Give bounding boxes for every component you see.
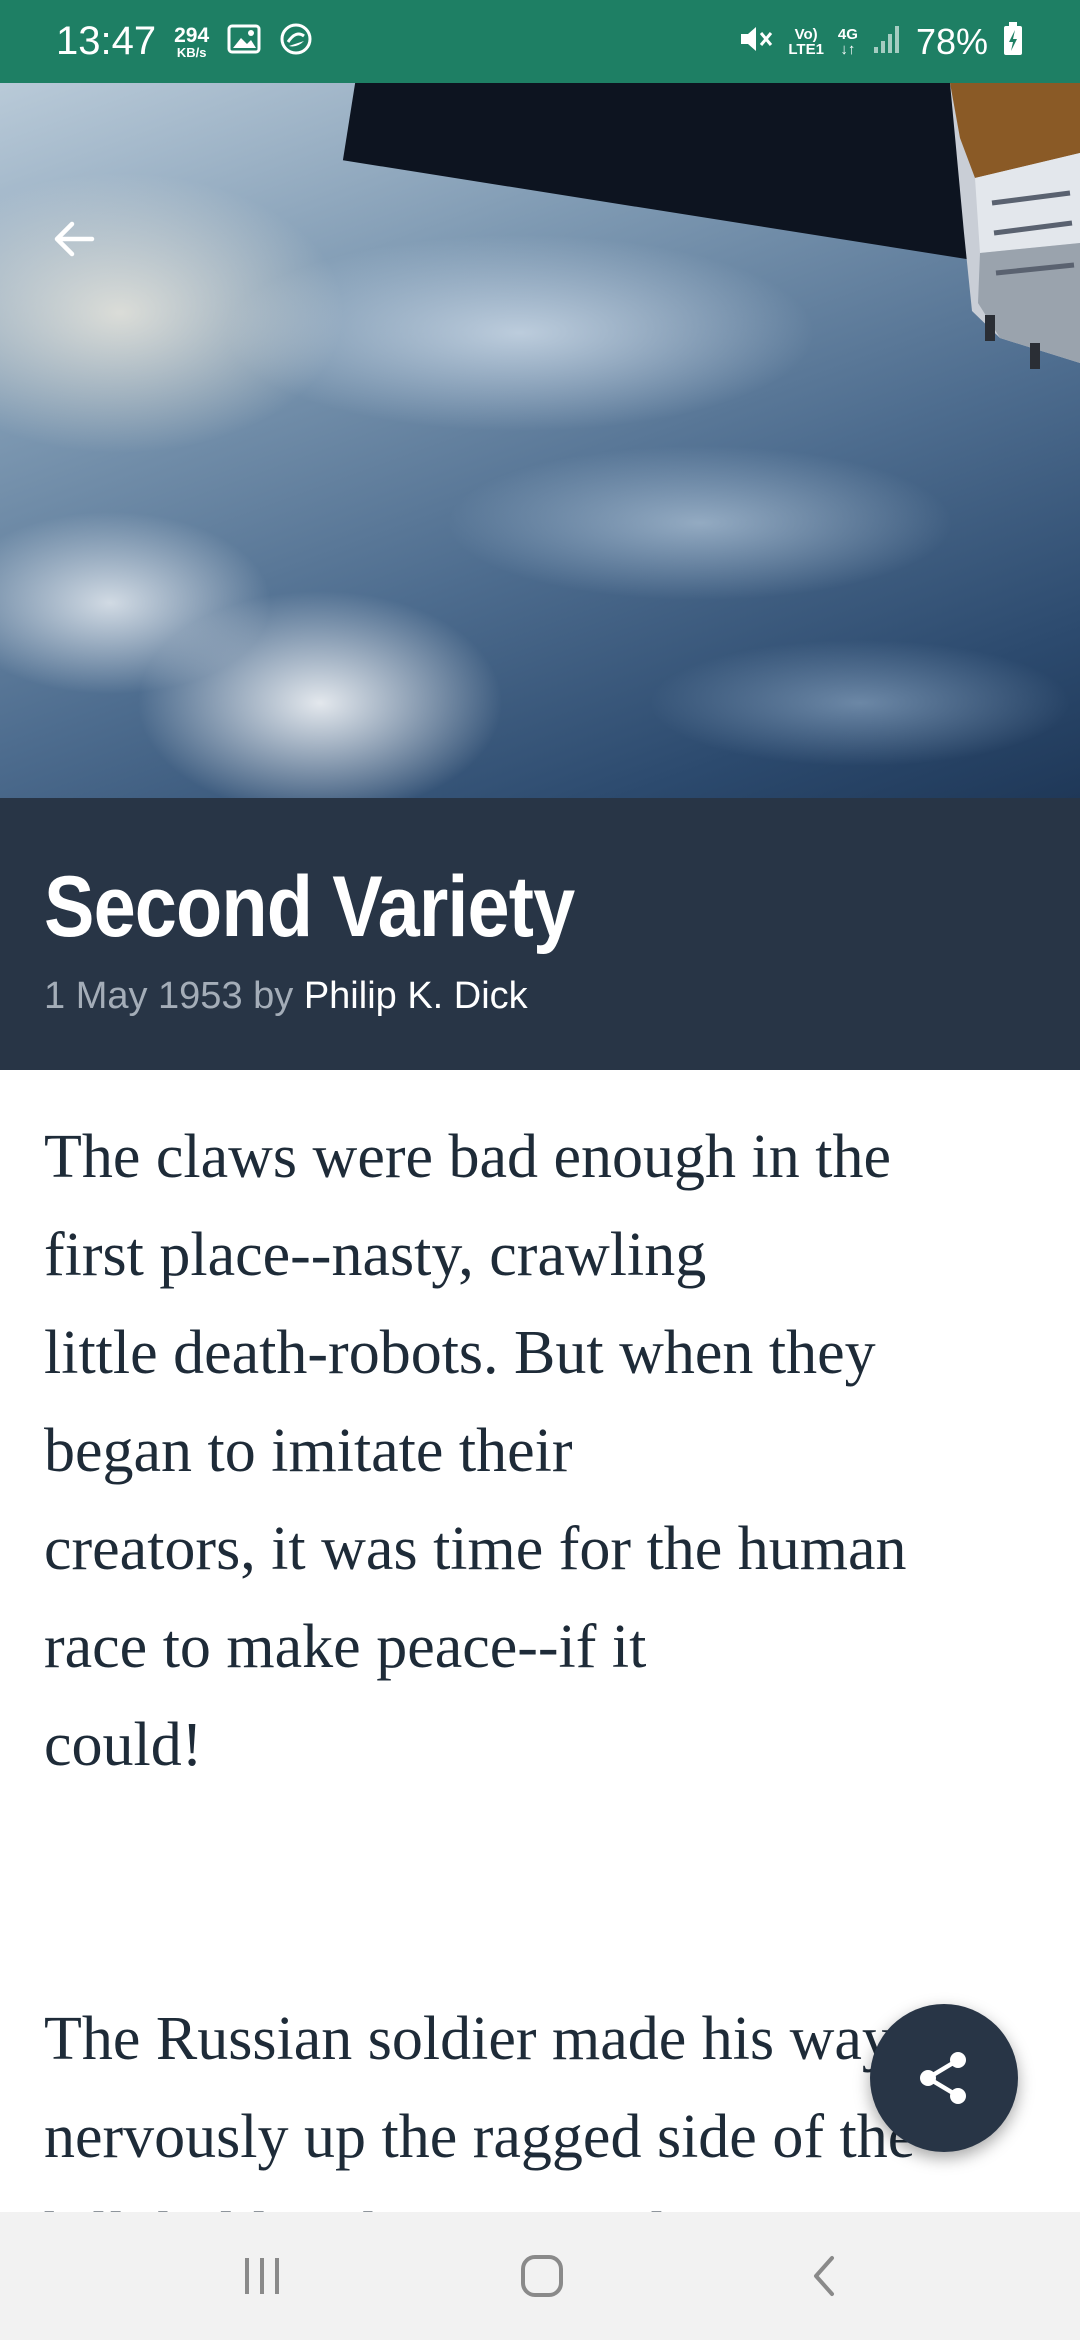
text-line: creators, it was time for the human (44, 1515, 907, 1583)
text-line: began to imitate their (44, 1417, 573, 1485)
home-icon (521, 2255, 563, 2297)
signal-icon (872, 23, 902, 60)
story-title: Second Variety (44, 859, 575, 955)
navigation-bar (0, 2212, 1080, 2340)
status-left: 13:47 294 KB/s (56, 19, 313, 64)
text-line: nervously up the ragged side of the (44, 2103, 916, 2171)
text-line: The Russian soldier made his way (44, 2005, 893, 2073)
author-name[interactable]: Philip K. Dick (304, 975, 528, 1017)
gallery-icon (227, 24, 261, 59)
mute-icon (738, 22, 774, 61)
text-line: The claws were bad enough in the (44, 1123, 892, 1191)
publish-date: 1 May 1953 by (44, 975, 294, 1018)
story-paragraph: The claws were bad enough in the first p… (44, 1108, 1044, 1794)
status-bar: 13:47 294 KB/s Vo) LTE1 4G ↓↑ 78% (0, 0, 1080, 83)
recent-apps-icon (245, 2258, 279, 2294)
network-type-label: 4G (837, 25, 858, 43)
byline: 1 May 1953 by Philip K. Dick (44, 974, 1036, 1020)
battery-charging-icon (1002, 21, 1024, 62)
text-line: could! (44, 1711, 203, 1779)
volte-label: Vo) (794, 25, 818, 43)
data-arrows-icon: ↓↑ (840, 40, 856, 58)
data-speed-indicator: 294 KB/s (174, 25, 209, 59)
story-header: Second Variety 1 May 1953 by Philip K. D… (0, 798, 1080, 1070)
data-speed-value: 294 (174, 23, 210, 47)
lte-label: LTE1 (788, 40, 824, 58)
reader-screen: 13:47 294 KB/s Vo) LTE1 4G ↓↑ 78% Second… (0, 0, 1080, 2340)
back-button[interactable] (40, 205, 108, 273)
text-line: hill, holding his gun ready. He (44, 2201, 796, 2212)
status-right: Vo) LTE1 4G ↓↑ 78% (738, 21, 1024, 63)
text-line: first place--nasty, crawling (44, 1221, 707, 1289)
sync-icon (279, 22, 313, 61)
battery-percent: 78% (915, 20, 988, 62)
text-line: race to make peace--if it (44, 1613, 647, 1681)
share-button[interactable] (870, 2004, 1018, 2152)
data-speed-unit: KB/s (176, 44, 207, 60)
home-button[interactable] (452, 2212, 632, 2340)
back-icon (814, 2256, 834, 2296)
hero-image (0, 83, 1080, 798)
status-time: 13:47 (56, 19, 157, 63)
volte-indicator: Vo) LTE1 (788, 27, 824, 57)
back-nav-button[interactable] (734, 2212, 914, 2340)
arrow-left-icon (54, 221, 95, 257)
network-type-indicator: 4G ↓↑ (838, 27, 858, 57)
text-line: little death-robots. But when they (44, 1319, 876, 1387)
satellite-graphic (950, 83, 1080, 369)
recent-apps-button[interactable] (172, 2212, 352, 2340)
share-icon (920, 2052, 966, 2104)
